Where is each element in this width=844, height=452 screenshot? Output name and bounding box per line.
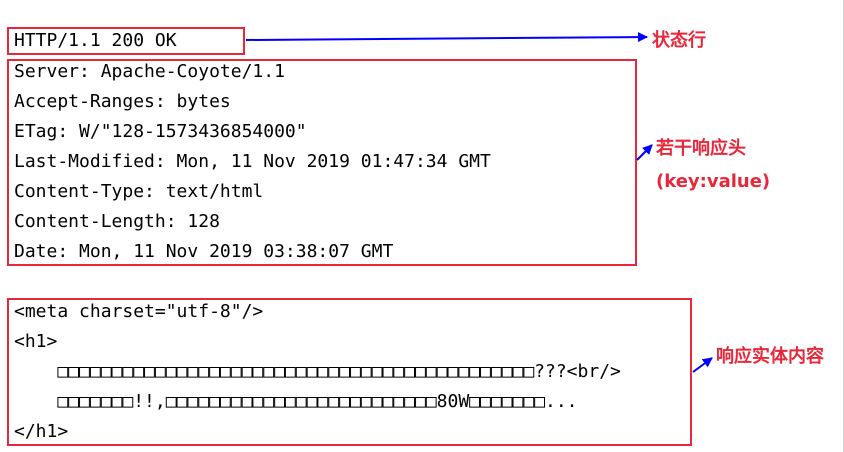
headers-label-sub: (key:value)	[656, 171, 771, 192]
headers-arrow	[636, 144, 653, 161]
body-arrow	[692, 357, 713, 373]
body-label: 响应实体内容	[716, 346, 824, 367]
status-line-label: 状态行	[652, 30, 706, 51]
headers-label: 若干响应头	[656, 138, 746, 159]
arrows	[245, 32, 713, 373]
status-arrow	[245, 32, 648, 43]
